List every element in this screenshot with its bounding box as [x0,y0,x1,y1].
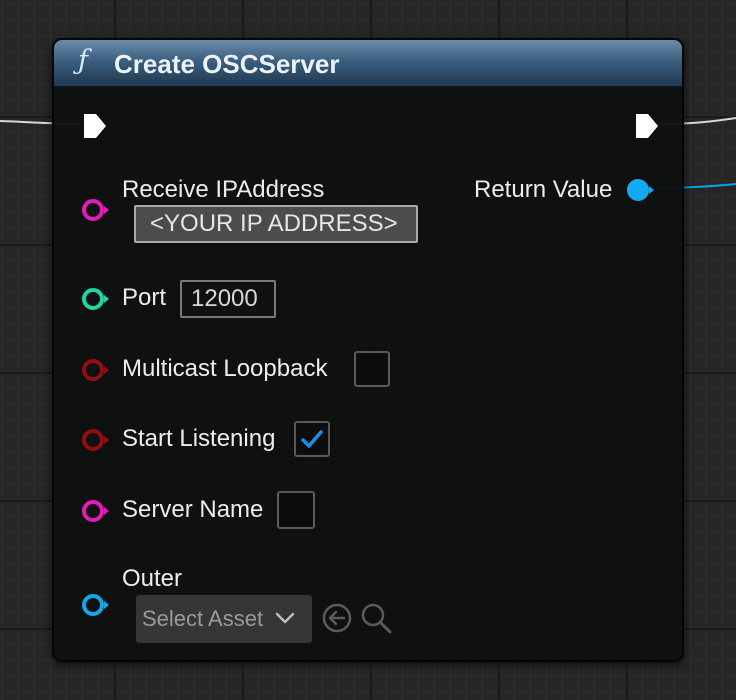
select-asset-label: Select Asset [142,606,264,631]
magnifier-icon[interactable] [359,601,393,635]
start-listening-checkbox[interactable] [294,421,330,457]
ip-address-input[interactable]: <YOUR IP ADDRESS> [134,205,418,243]
port-pin[interactable] [80,286,112,312]
exec-out-pin-icon[interactable] [634,112,660,140]
exec-in-pin-icon[interactable] [82,112,108,140]
receive-ip-label: Receive IPAddress [122,176,325,203]
arrow-left-circle-icon[interactable] [321,602,353,634]
create-oscserver-node[interactable]: ƒ Create OSCServer Receive IPAddress <YO… [52,38,684,662]
start-listening-pin[interactable] [80,427,112,453]
outer-pin[interactable] [80,592,112,618]
start-listening-label: Start Listening [122,425,276,452]
node-header[interactable]: ƒ Create OSCServer [54,40,682,87]
server-name-pin[interactable] [80,498,112,524]
node-title: Create OSCServer [114,49,340,79]
multicast-loopback-label: Multicast Loopback [122,355,328,382]
select-asset-dropdown[interactable]: Select Asset [136,595,312,643]
outer-label: Outer [122,565,183,592]
checkmark-icon [301,430,323,448]
server-name-checkbox[interactable] [277,491,315,529]
multicast-loopback-pin[interactable] [80,357,112,383]
return-value-label: Return Value [474,176,613,203]
port-label: Port [122,284,167,311]
receive-ip-pin[interactable] [80,197,112,223]
function-icon: ƒ [78,45,88,76]
chevron-down-icon [275,612,295,624]
multicast-loopback-checkbox[interactable] [354,351,390,387]
port-input[interactable]: 12000 [180,280,276,318]
return-value-pin[interactable] [625,177,657,203]
server-name-label: Server Name [122,496,264,523]
